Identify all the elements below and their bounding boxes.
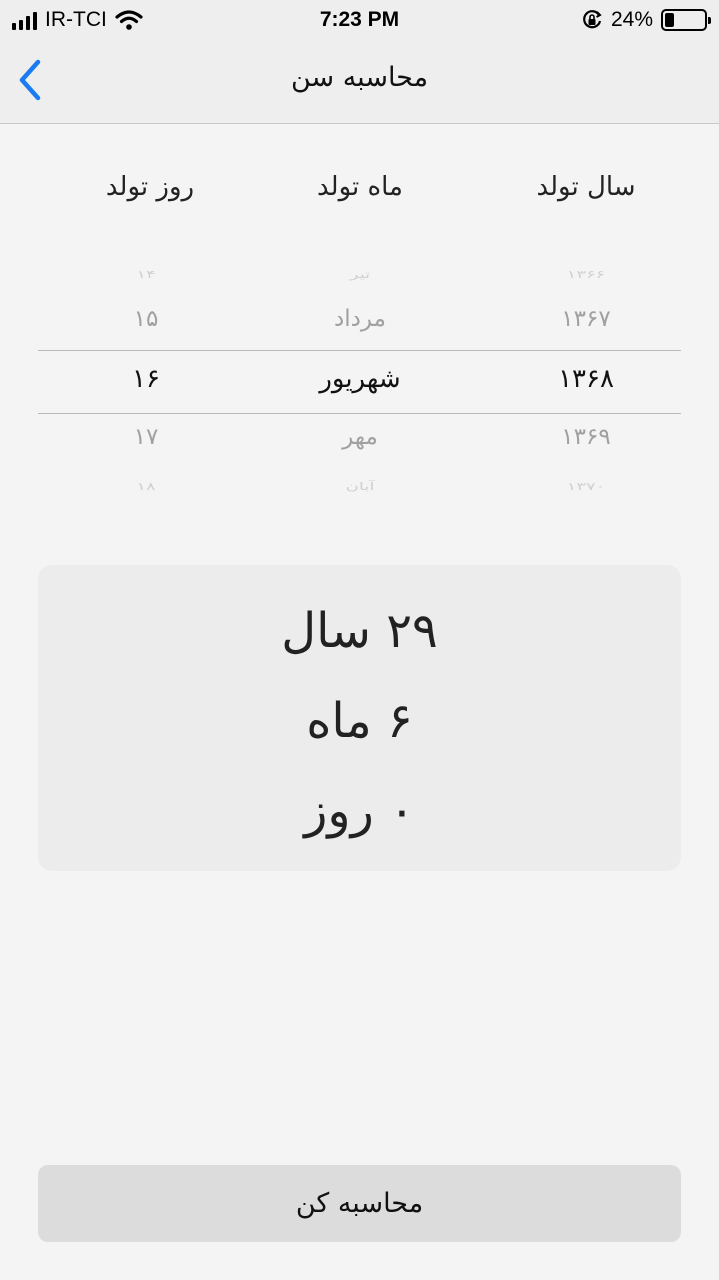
day-wheel[interactable]: ۱۴ ۱۵ ۱۶ ۱۷ ۱۸ [46, 250, 246, 500]
month-option[interactable]: مهر [260, 424, 460, 450]
status-bar: IR-TCI 7:23 PM 24% [0, 0, 719, 40]
birth-month-header: ماه تولد [317, 172, 403, 202]
result-days: ۰ روز [304, 783, 415, 839]
year-option-selected[interactable]: ۱۳۶۸ [486, 364, 686, 394]
month-wheel[interactable]: تیر مرداد شهریور مهر آبان [260, 250, 460, 500]
calculate-button[interactable]: محاسبه کن [38, 1165, 681, 1242]
age-result-panel: ۲۹ سال ۶ ماه ۰ روز [38, 565, 681, 871]
day-option[interactable]: ۱۷ [46, 424, 246, 450]
status-right: 24% [581, 8, 711, 32]
month-option[interactable]: مرداد [260, 306, 460, 332]
battery-icon [661, 9, 711, 31]
result-years: ۲۹ سال [281, 603, 438, 659]
year-option[interactable]: ۱۳۶۷ [486, 306, 686, 332]
month-option-selected[interactable]: شهریور [260, 364, 460, 394]
year-wheel[interactable]: ۱۳۶۶ ۱۳۶۷ ۱۳۶۸ ۱۳۶۹ ۱۳۷۰ [486, 250, 686, 500]
battery-percent: 24% [610, 8, 653, 31]
day-option[interactable]: ۱۵ [46, 306, 246, 332]
day-option-selected[interactable]: ۱۶ [46, 364, 246, 394]
orientation-lock-icon [583, 10, 602, 29]
year-option[interactable]: ۱۳۶۶ [486, 268, 686, 281]
day-option[interactable]: ۱۴ [46, 268, 246, 281]
result-months: ۶ ماه [306, 693, 413, 749]
month-option[interactable]: آبان [260, 480, 460, 493]
year-option[interactable]: ۱۳۷۰ [486, 480, 686, 493]
month-option[interactable]: تیر [260, 268, 460, 281]
year-option[interactable]: ۱۳۶۹ [486, 424, 686, 450]
birth-year-header: سال تولد [536, 172, 636, 202]
birth-day-header: روز تولد [105, 172, 195, 202]
page-title: محاسبه سن [290, 62, 429, 93]
navigation-bar: محاسبه سن [0, 40, 719, 124]
date-picker[interactable]: ۱۳۶۶ ۱۳۶۷ ۱۳۶۸ ۱۳۶۹ ۱۳۷۰ تیر مرداد شهریو… [38, 250, 681, 500]
day-option[interactable]: ۱۸ [46, 480, 246, 493]
